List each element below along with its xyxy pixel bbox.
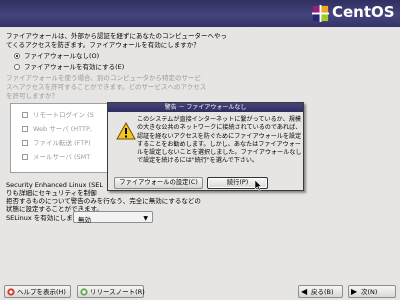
service-label-smtp[interactable]: メールサーバ (SMT: [33, 153, 90, 161]
dialog-message: このシステムが直接インターネットに繋がっているか、規模の大きな公共のネットワーク…: [137, 116, 302, 165]
service-checkbox-http[interactable]: [22, 126, 28, 132]
firewall-intro-line1: ファイアウォールは、外部から認証を経ずにあなたのコンピューターへやっ: [6, 32, 227, 40]
chevron-down-icon: ▼: [143, 215, 148, 222]
firewall-intro-line2: てくるアクセスを防ぎます。ファイアウォールを有効にしますか？: [6, 41, 200, 49]
release-notes-button[interactable]: リリースノート(R): [77, 285, 145, 298]
selinux-select-value: 無効: [78, 216, 91, 224]
configure-firewall-button[interactable]: ファイアウォールの設定(C): [114, 177, 203, 189]
firewall-off-radio[interactable]: [14, 53, 20, 59]
brand-name: CentOS: [332, 3, 395, 21]
help-icon: [7, 288, 15, 296]
selinux-select[interactable]: 無効 ▼: [73, 211, 153, 224]
arrow-right-icon: ▶: [351, 287, 358, 296]
service-checkbox-smtp[interactable]: [22, 154, 28, 160]
service-checkbox-ssh[interactable]: [22, 112, 28, 118]
service-label-ssh[interactable]: リモートログイン (S: [33, 111, 94, 119]
arrow-left-icon: ◀: [301, 287, 308, 296]
centos-logo-icon: [311, 4, 330, 23]
mouse-cursor-icon: [255, 180, 263, 191]
firewall-on-label[interactable]: ファイアウォールを有効にする(E): [24, 63, 124, 71]
back-button-label: 戻る(B): [311, 288, 334, 296]
dialog-title: 警告 － ファイアウォールなし: [108, 103, 303, 112]
firewall-on-radio[interactable]: [14, 64, 20, 70]
help-button[interactable]: ヘルプを表示(H): [4, 285, 71, 298]
services-desc-line3: を許可しますか？: [6, 92, 58, 100]
top-banner: CentOS: [0, 0, 400, 27]
warning-icon: [116, 122, 136, 140]
next-button-label: 次(N): [361, 288, 378, 296]
service-label-http[interactable]: Web サーバ (HTTP,: [33, 125, 92, 133]
service-checkbox-ftp[interactable]: [22, 140, 28, 146]
no-firewall-warning-dialog: 警告 － ファイアウォールなし このシステムが直接インターネットに繋がっているか…: [107, 102, 304, 191]
help-button-label: ヘルプを表示(H): [17, 288, 66, 296]
services-desc-line1: ファイアウォールを使う場合、別のコンピュータから特定のサービ: [6, 74, 201, 82]
selinux-desc-line3: 拒否するものについて警告のみを行なう、完全に無効にするなどの: [6, 197, 201, 205]
back-button[interactable]: ◀ 戻る(B): [298, 285, 343, 298]
service-label-ftp[interactable]: ファイル転送 (FTP): [33, 139, 91, 147]
selinux-desc-line1: Security Enhanced Linux (SEL: [6, 181, 103, 189]
firewall-off-label[interactable]: ファイアウォールなし(O): [24, 52, 99, 60]
notes-icon: [80, 288, 88, 296]
release-notes-label: リリースノート(R): [90, 288, 145, 296]
services-list: リモートログイン (S Web サーバ (HTTP, ファイル転送 (FTP) …: [10, 103, 111, 173]
next-button[interactable]: ▶ 次(N): [348, 285, 396, 298]
services-desc-line2: スへアクセスを許可することができます。どのサービスへのアクセス: [6, 83, 207, 91]
selinux-desc-line2: りも詳細にセキュリティを制御: [6, 189, 97, 197]
